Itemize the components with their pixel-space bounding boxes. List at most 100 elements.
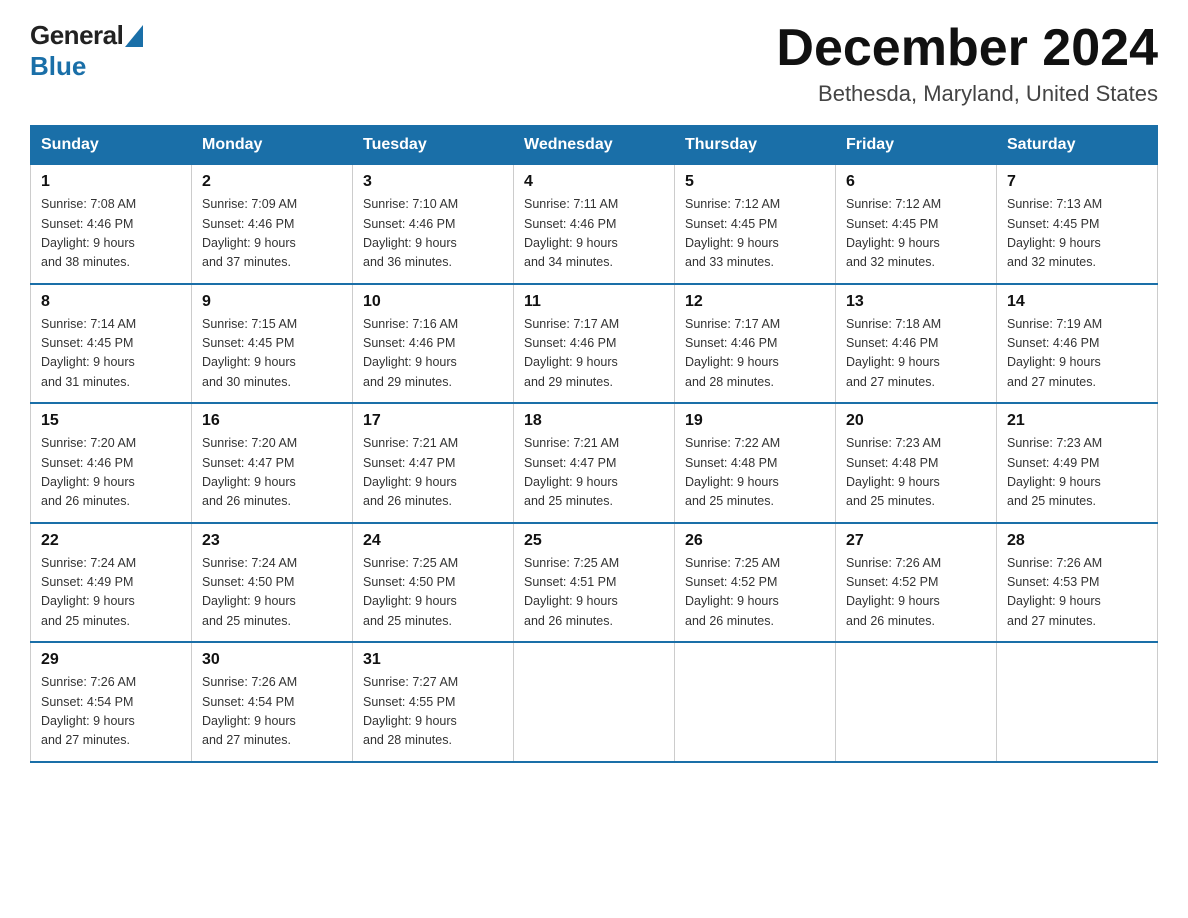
day-info: Sunrise: 7:14 AM Sunset: 4:45 PM Dayligh… xyxy=(41,315,181,393)
day-info: Sunrise: 7:25 AM Sunset: 4:50 PM Dayligh… xyxy=(363,554,503,632)
calendar-cell: 6 Sunrise: 7:12 AM Sunset: 4:45 PM Dayli… xyxy=(836,165,997,284)
day-number: 21 xyxy=(1007,412,1147,430)
day-number: 2 xyxy=(202,173,342,191)
calendar-cell: 5 Sunrise: 7:12 AM Sunset: 4:45 PM Dayli… xyxy=(675,165,836,284)
day-info: Sunrise: 7:20 AM Sunset: 4:46 PM Dayligh… xyxy=(41,434,181,512)
page-title: December 2024 xyxy=(776,20,1158,77)
day-number: 12 xyxy=(685,293,825,311)
day-number: 31 xyxy=(363,651,503,669)
calendar-cell: 21 Sunrise: 7:23 AM Sunset: 4:49 PM Dayl… xyxy=(997,403,1158,523)
day-info: Sunrise: 7:21 AM Sunset: 4:47 PM Dayligh… xyxy=(363,434,503,512)
day-number: 3 xyxy=(363,173,503,191)
day-info: Sunrise: 7:22 AM Sunset: 4:48 PM Dayligh… xyxy=(685,434,825,512)
calendar-cell: 29 Sunrise: 7:26 AM Sunset: 4:54 PM Dayl… xyxy=(31,642,192,762)
calendar-cell: 9 Sunrise: 7:15 AM Sunset: 4:45 PM Dayli… xyxy=(192,284,353,404)
title-section: December 2024 Bethesda, Maryland, United… xyxy=(776,20,1158,107)
day-info: Sunrise: 7:12 AM Sunset: 4:45 PM Dayligh… xyxy=(846,195,986,273)
calendar-week-3: 15 Sunrise: 7:20 AM Sunset: 4:46 PM Dayl… xyxy=(31,403,1158,523)
calendar-cell: 2 Sunrise: 7:09 AM Sunset: 4:46 PM Dayli… xyxy=(192,165,353,284)
day-number: 29 xyxy=(41,651,181,669)
day-number: 24 xyxy=(363,532,503,550)
calendar-cell: 24 Sunrise: 7:25 AM Sunset: 4:50 PM Dayl… xyxy=(353,523,514,643)
day-info: Sunrise: 7:26 AM Sunset: 4:54 PM Dayligh… xyxy=(202,673,342,751)
day-info: Sunrise: 7:19 AM Sunset: 4:46 PM Dayligh… xyxy=(1007,315,1147,393)
calendar-cell: 8 Sunrise: 7:14 AM Sunset: 4:45 PM Dayli… xyxy=(31,284,192,404)
calendar-cell: 27 Sunrise: 7:26 AM Sunset: 4:52 PM Dayl… xyxy=(836,523,997,643)
calendar-cell: 22 Sunrise: 7:24 AM Sunset: 4:49 PM Dayl… xyxy=(31,523,192,643)
header-monday: Monday xyxy=(192,126,353,165)
day-info: Sunrise: 7:10 AM Sunset: 4:46 PM Dayligh… xyxy=(363,195,503,273)
day-number: 18 xyxy=(524,412,664,430)
calendar-cell: 13 Sunrise: 7:18 AM Sunset: 4:46 PM Dayl… xyxy=(836,284,997,404)
day-number: 30 xyxy=(202,651,342,669)
day-number: 16 xyxy=(202,412,342,430)
calendar-cell: 1 Sunrise: 7:08 AM Sunset: 4:46 PM Dayli… xyxy=(31,165,192,284)
day-info: Sunrise: 7:25 AM Sunset: 4:52 PM Dayligh… xyxy=(685,554,825,632)
day-info: Sunrise: 7:23 AM Sunset: 4:49 PM Dayligh… xyxy=(1007,434,1147,512)
day-info: Sunrise: 7:25 AM Sunset: 4:51 PM Dayligh… xyxy=(524,554,664,632)
day-number: 28 xyxy=(1007,532,1147,550)
header-friday: Friday xyxy=(836,126,997,165)
calendar-cell: 16 Sunrise: 7:20 AM Sunset: 4:47 PM Dayl… xyxy=(192,403,353,523)
header-sunday: Sunday xyxy=(31,126,192,165)
calendar-week-2: 8 Sunrise: 7:14 AM Sunset: 4:45 PM Dayli… xyxy=(31,284,1158,404)
header-thursday: Thursday xyxy=(675,126,836,165)
day-header-row: Sunday Monday Tuesday Wednesday Thursday… xyxy=(31,126,1158,165)
day-info: Sunrise: 7:17 AM Sunset: 4:46 PM Dayligh… xyxy=(685,315,825,393)
day-info: Sunrise: 7:24 AM Sunset: 4:50 PM Dayligh… xyxy=(202,554,342,632)
day-number: 23 xyxy=(202,532,342,550)
day-number: 17 xyxy=(363,412,503,430)
calendar-body: 1 Sunrise: 7:08 AM Sunset: 4:46 PM Dayli… xyxy=(31,165,1158,762)
day-number: 25 xyxy=(524,532,664,550)
day-number: 8 xyxy=(41,293,181,311)
day-info: Sunrise: 7:26 AM Sunset: 4:54 PM Dayligh… xyxy=(41,673,181,751)
day-info: Sunrise: 7:11 AM Sunset: 4:46 PM Dayligh… xyxy=(524,195,664,273)
day-info: Sunrise: 7:16 AM Sunset: 4:46 PM Dayligh… xyxy=(363,315,503,393)
header-wednesday: Wednesday xyxy=(514,126,675,165)
day-info: Sunrise: 7:26 AM Sunset: 4:52 PM Dayligh… xyxy=(846,554,986,632)
calendar-header: Sunday Monday Tuesday Wednesday Thursday… xyxy=(31,126,1158,165)
day-info: Sunrise: 7:08 AM Sunset: 4:46 PM Dayligh… xyxy=(41,195,181,273)
day-number: 9 xyxy=(202,293,342,311)
day-number: 19 xyxy=(685,412,825,430)
calendar-cell: 25 Sunrise: 7:25 AM Sunset: 4:51 PM Dayl… xyxy=(514,523,675,643)
calendar-week-1: 1 Sunrise: 7:08 AM Sunset: 4:46 PM Dayli… xyxy=(31,165,1158,284)
calendar-week-5: 29 Sunrise: 7:26 AM Sunset: 4:54 PM Dayl… xyxy=(31,642,1158,762)
day-number: 7 xyxy=(1007,173,1147,191)
day-number: 4 xyxy=(524,173,664,191)
day-info: Sunrise: 7:13 AM Sunset: 4:45 PM Dayligh… xyxy=(1007,195,1147,273)
day-number: 6 xyxy=(846,173,986,191)
calendar-cell xyxy=(514,642,675,762)
day-number: 13 xyxy=(846,293,986,311)
day-info: Sunrise: 7:12 AM Sunset: 4:45 PM Dayligh… xyxy=(685,195,825,273)
page-header: General Blue December 2024 Bethesda, Mar… xyxy=(30,20,1158,107)
calendar-cell: 7 Sunrise: 7:13 AM Sunset: 4:45 PM Dayli… xyxy=(997,165,1158,284)
day-info: Sunrise: 7:23 AM Sunset: 4:48 PM Dayligh… xyxy=(846,434,986,512)
day-number: 15 xyxy=(41,412,181,430)
day-number: 22 xyxy=(41,532,181,550)
header-tuesday: Tuesday xyxy=(353,126,514,165)
day-number: 1 xyxy=(41,173,181,191)
calendar-cell: 12 Sunrise: 7:17 AM Sunset: 4:46 PM Dayl… xyxy=(675,284,836,404)
day-number: 11 xyxy=(524,293,664,311)
logo: General Blue xyxy=(30,20,145,82)
logo-icon xyxy=(125,25,143,47)
calendar-cell: 4 Sunrise: 7:11 AM Sunset: 4:46 PM Dayli… xyxy=(514,165,675,284)
calendar-cell xyxy=(836,642,997,762)
day-info: Sunrise: 7:21 AM Sunset: 4:47 PM Dayligh… xyxy=(524,434,664,512)
calendar-cell: 19 Sunrise: 7:22 AM Sunset: 4:48 PM Dayl… xyxy=(675,403,836,523)
calendar-cell: 11 Sunrise: 7:17 AM Sunset: 4:46 PM Dayl… xyxy=(514,284,675,404)
calendar-cell: 10 Sunrise: 7:16 AM Sunset: 4:46 PM Dayl… xyxy=(353,284,514,404)
day-number: 27 xyxy=(846,532,986,550)
day-info: Sunrise: 7:26 AM Sunset: 4:53 PM Dayligh… xyxy=(1007,554,1147,632)
header-saturday: Saturday xyxy=(997,126,1158,165)
calendar-table: Sunday Monday Tuesday Wednesday Thursday… xyxy=(30,125,1158,763)
calendar-cell: 31 Sunrise: 7:27 AM Sunset: 4:55 PM Dayl… xyxy=(353,642,514,762)
day-number: 26 xyxy=(685,532,825,550)
calendar-cell: 26 Sunrise: 7:25 AM Sunset: 4:52 PM Dayl… xyxy=(675,523,836,643)
day-info: Sunrise: 7:18 AM Sunset: 4:46 PM Dayligh… xyxy=(846,315,986,393)
calendar-cell: 14 Sunrise: 7:19 AM Sunset: 4:46 PM Dayl… xyxy=(997,284,1158,404)
day-info: Sunrise: 7:20 AM Sunset: 4:47 PM Dayligh… xyxy=(202,434,342,512)
day-number: 5 xyxy=(685,173,825,191)
day-info: Sunrise: 7:15 AM Sunset: 4:45 PM Dayligh… xyxy=(202,315,342,393)
